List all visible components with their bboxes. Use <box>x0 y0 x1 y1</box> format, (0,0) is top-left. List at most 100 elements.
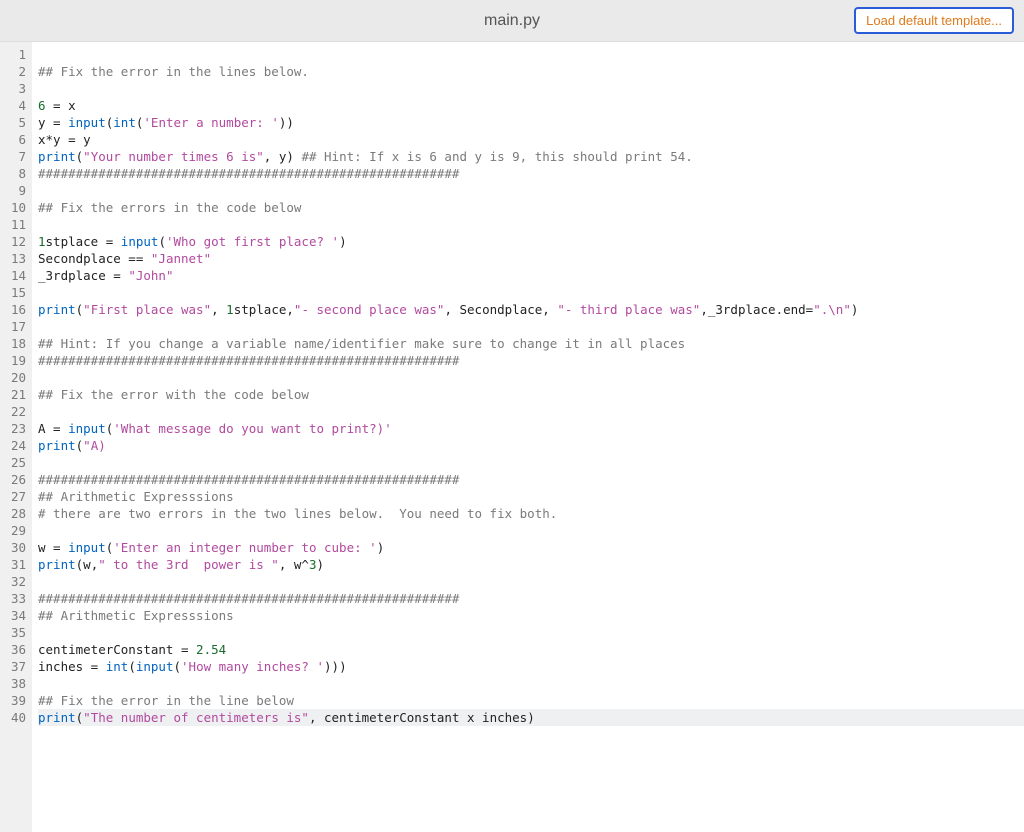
code-editor[interactable]: 1234567891011121314151617181920212223242… <box>0 42 1024 832</box>
code-token: 'What message do you want to print?)' <box>113 421 391 436</box>
code-line[interactable]: print("First place was", 1stplace,"- sec… <box>38 301 1024 318</box>
code-line[interactable] <box>38 216 1024 233</box>
load-template-button[interactable]: Load default template... <box>854 7 1014 34</box>
code-token: 'Who got first place? ' <box>166 234 339 249</box>
code-token: centimeterConstant = <box>38 642 196 657</box>
code-line[interactable] <box>38 403 1024 420</box>
code-line[interactable] <box>38 284 1024 301</box>
code-line[interactable]: ########################################… <box>38 471 1024 488</box>
code-line[interactable]: x*y = y <box>38 131 1024 148</box>
code-token: ########################################… <box>38 591 459 606</box>
code-line[interactable]: w = input('Enter an integer number to cu… <box>38 539 1024 556</box>
code-line[interactable] <box>38 182 1024 199</box>
code-line[interactable] <box>38 46 1024 63</box>
code-token: ) <box>316 557 324 572</box>
code-line[interactable]: ## Fix the error with the code below <box>38 386 1024 403</box>
line-number: 23 <box>0 420 26 437</box>
code-line[interactable]: 1stplace = input('Who got first place? '… <box>38 233 1024 250</box>
line-number: 16 <box>0 301 26 318</box>
code-line[interactable]: Secondplace == "Jannet" <box>38 250 1024 267</box>
code-token: , y) <box>264 149 302 164</box>
code-token: "John" <box>128 268 173 283</box>
code-token: , <box>211 302 226 317</box>
line-number: 39 <box>0 692 26 709</box>
code-line[interactable]: centimeterConstant = 2.54 <box>38 641 1024 658</box>
code-token: ".\n" <box>813 302 851 317</box>
line-number: 37 <box>0 658 26 675</box>
code-token: ## Arithmetic Expresssions <box>38 608 234 623</box>
code-token: (w, <box>76 557 99 572</box>
line-number: 31 <box>0 556 26 573</box>
code-token: 'Enter an integer number to cube: ' <box>113 540 376 555</box>
code-token: print <box>38 149 76 164</box>
line-number: 14 <box>0 267 26 284</box>
code-token: ))) <box>324 659 347 674</box>
code-token: ## Hint: If you change a variable name/i… <box>38 336 685 351</box>
line-number: 32 <box>0 573 26 590</box>
code-token: int <box>113 115 136 130</box>
code-token: ( <box>158 234 166 249</box>
code-token: y = <box>38 115 68 130</box>
code-line[interactable] <box>38 369 1024 386</box>
line-number-gutter: 1234567891011121314151617181920212223242… <box>0 42 32 832</box>
code-token: input <box>68 115 106 130</box>
code-token: "A) <box>83 438 106 453</box>
code-line[interactable]: ## Hint: If you change a variable name/i… <box>38 335 1024 352</box>
code-line[interactable]: ## Arithmetic Expresssions <box>38 607 1024 624</box>
code-token: ## Fix the error in the lines below. <box>38 64 309 79</box>
code-token: 'How many inches? ' <box>181 659 324 674</box>
code-line[interactable]: A = input('What message do you want to p… <box>38 420 1024 437</box>
code-line[interactable]: ########################################… <box>38 165 1024 182</box>
code-token: "Your number times 6 is" <box>83 149 264 164</box>
line-number: 18 <box>0 335 26 352</box>
code-token: input <box>68 421 106 436</box>
code-token: "- second place was" <box>294 302 445 317</box>
code-token: = x <box>46 98 76 113</box>
code-token: " to the 3rd power is " <box>98 557 279 572</box>
code-line[interactable] <box>38 80 1024 97</box>
code-line[interactable] <box>38 522 1024 539</box>
code-line[interactable]: ## Fix the error in the line below <box>38 692 1024 709</box>
code-line[interactable] <box>38 624 1024 641</box>
code-line[interactable]: ########################################… <box>38 590 1024 607</box>
code-line[interactable]: y = input(int('Enter a number: ')) <box>38 114 1024 131</box>
code-line[interactable]: ## Arithmetic Expresssions <box>38 488 1024 505</box>
code-line[interactable]: print("Your number times 6 is", y) ## Hi… <box>38 148 1024 165</box>
code-token: 1 <box>226 302 234 317</box>
code-line[interactable]: # there are two errors in the two lines … <box>38 505 1024 522</box>
code-token: ) <box>377 540 385 555</box>
code-token: input <box>68 540 106 555</box>
code-line[interactable]: print("A) <box>38 437 1024 454</box>
code-token: ) <box>851 302 859 317</box>
code-line[interactable]: print("The number of centimeters is", ce… <box>38 709 1024 726</box>
code-line[interactable] <box>38 573 1024 590</box>
code-line[interactable] <box>38 318 1024 335</box>
code-token: x*y = y <box>38 132 91 147</box>
code-token: , Secondplace, <box>444 302 557 317</box>
line-number: 3 <box>0 80 26 97</box>
code-token: inches = <box>38 659 106 674</box>
code-token: stplace = <box>46 234 121 249</box>
line-number: 28 <box>0 505 26 522</box>
code-line[interactable]: ## Fix the error in the lines below. <box>38 63 1024 80</box>
line-number: 27 <box>0 488 26 505</box>
line-number: 2 <box>0 63 26 80</box>
code-line[interactable]: ## Fix the errors in the code below <box>38 199 1024 216</box>
code-line[interactable] <box>38 675 1024 692</box>
code-token: "- third place was" <box>557 302 700 317</box>
line-number: 5 <box>0 114 26 131</box>
code-line[interactable]: _3rdplace = "John" <box>38 267 1024 284</box>
code-line[interactable]: print(w," to the 3rd power is ", w^3) <box>38 556 1024 573</box>
code-token: 2.54 <box>196 642 226 657</box>
code-token: _3rdplace = <box>38 268 128 283</box>
code-token: ########################################… <box>38 353 459 368</box>
code-area[interactable]: ## Fix the error in the lines below. 6 = … <box>32 42 1024 832</box>
code-token: print <box>38 710 76 725</box>
code-line[interactable]: 6 = x <box>38 97 1024 114</box>
line-number: 12 <box>0 233 26 250</box>
code-line[interactable] <box>38 454 1024 471</box>
code-token: ## Fix the error with the code below <box>38 387 309 402</box>
code-line[interactable]: inches = int(input('How many inches? '))… <box>38 658 1024 675</box>
code-line[interactable]: ########################################… <box>38 352 1024 369</box>
code-token: print <box>38 438 76 453</box>
